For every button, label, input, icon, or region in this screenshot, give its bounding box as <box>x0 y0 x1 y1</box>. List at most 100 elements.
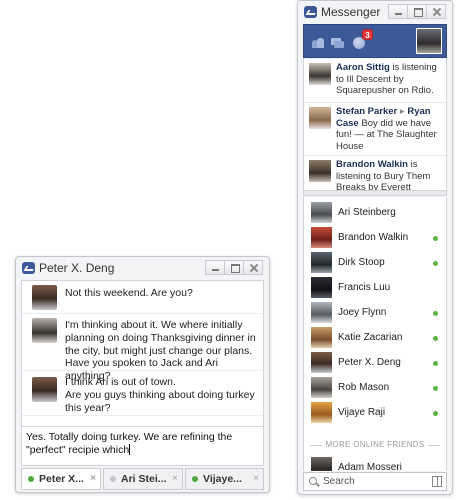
ticker-feed[interactable]: Aaron Sittig is listening to Ill Descent… <box>303 59 447 190</box>
avatar <box>311 327 332 348</box>
avatar <box>311 227 332 248</box>
buddy-item[interactable]: Brandon Walkin <box>304 226 446 250</box>
buddy-item[interactable]: Francis Luu <box>304 276 446 300</box>
buddy-name: Joey Flynn <box>338 307 387 318</box>
buddy-item[interactable]: Dirk Stoop <box>304 251 446 275</box>
ticker-story[interactable]: Brandon Walkin is listening to Bury Them… <box>304 156 446 190</box>
message-input-text[interactable]: Yes. Totally doing turkey. We are refini… <box>26 431 258 456</box>
avatar <box>311 302 332 323</box>
message-group: I think Ari is out of town. Are you guys… <box>22 371 263 416</box>
text-caret <box>129 443 131 455</box>
online-indicator <box>433 236 438 241</box>
buddy-item[interactable]: Ari Steinberg <box>304 201 446 225</box>
online-indicator <box>28 476 34 482</box>
window-controls <box>388 4 446 19</box>
close-icon[interactable] <box>243 260 263 275</box>
ticker-story-name[interactable]: Stefan Parker <box>336 106 397 117</box>
facebook-header: 3 <box>303 24 447 58</box>
buddy-name: Ari Steinberg <box>338 207 396 218</box>
message-text: Not this weekend. Are you? <box>65 287 193 299</box>
avatar[interactable] <box>32 285 57 310</box>
avatar[interactable] <box>309 160 331 182</box>
window-controls <box>205 260 263 275</box>
chat-conversation[interactable]: Not this weekend. Are you? I'm thinking … <box>21 280 264 466</box>
chat-tab-vijaye[interactable]: Vijaye... × <box>185 468 264 490</box>
buddy-item[interactable]: Joey Flynn <box>304 301 446 325</box>
buddy-item[interactable]: Vijaye Raji <box>304 401 446 425</box>
buddy-item[interactable]: Rob Mason <box>304 376 446 400</box>
search-input[interactable]: Search <box>303 472 447 491</box>
close-icon[interactable]: × <box>172 469 178 489</box>
avatar <box>311 277 332 298</box>
ticker-story-name[interactable]: Aaron Sittig <box>336 62 390 73</box>
buddy-name: Katie Zacarian <box>338 332 403 343</box>
online-indicator <box>433 261 438 266</box>
sidebar-options-icon[interactable] <box>432 476 442 487</box>
ticker-story-text: Stefan Parker ▸ Ryan Case Boy did we hav… <box>336 106 442 152</box>
ticker-story-text: Brandon Walkin is listening to Bury Them… <box>336 159 442 190</box>
ticker-resize-handle[interactable] <box>303 190 447 196</box>
ticker-story-text: Aaron Sittig is listening to Ill Descent… <box>336 62 442 97</box>
chat-title: Peter X. Deng <box>39 261 115 275</box>
online-indicator <box>433 311 438 316</box>
maximize-icon[interactable] <box>407 4 427 19</box>
avatar <box>311 402 332 423</box>
buddy-name: Brandon Walkin <box>338 232 409 243</box>
message-text: I think Ari is out of town. <box>65 376 176 388</box>
chat-tab-label: Peter X... <box>39 473 84 485</box>
online-indicator <box>433 386 438 391</box>
message-text: Are you guys thinking about doing turkey… <box>65 389 255 414</box>
close-icon[interactable] <box>426 4 446 19</box>
close-icon[interactable]: × <box>253 469 259 489</box>
avatar <box>311 377 332 398</box>
message-input[interactable]: Yes. Totally doing turkey. We are refini… <box>22 426 263 465</box>
chat-window: Peter X. Deng Not this weekend. Are you?… <box>15 256 270 493</box>
online-indicator <box>192 476 198 482</box>
arrow-icon: ▸ <box>397 106 408 117</box>
avatar[interactable] <box>32 377 57 402</box>
messages-icon[interactable] <box>331 37 344 48</box>
chat-tab-label: Vijaye... <box>203 473 242 485</box>
maximize-icon[interactable] <box>224 260 244 275</box>
buddy-name: Rob Mason <box>338 382 390 393</box>
avatar[interactable] <box>309 63 331 85</box>
minimize-icon[interactable] <box>388 4 408 19</box>
ticker-story-name[interactable]: Brandon Walkin <box>336 159 408 170</box>
ticker-story[interactable]: Aaron Sittig is listening to Ill Descent… <box>304 59 446 103</box>
search-icon <box>309 477 317 485</box>
minimize-icon[interactable] <box>205 260 225 275</box>
chat-tab-bar: Peter X... × Ari Stei... × Vijaye... × <box>21 468 264 490</box>
avatar[interactable] <box>32 318 57 343</box>
buddy-name: Adam Mosseri <box>338 462 402 471</box>
messenger-titlebar[interactable]: Messenger <box>298 1 452 23</box>
close-icon[interactable]: × <box>90 469 96 489</box>
buddy-name: Francis Luu <box>338 282 391 293</box>
buddy-name: Dirk Stoop <box>338 257 385 268</box>
online-indicator <box>433 411 438 416</box>
ticker-story[interactable]: Stefan Parker ▸ Ryan Case Boy did we hav… <box>304 103 446 156</box>
avatar <box>311 457 332 471</box>
chat-titlebar[interactable]: Peter X. Deng <box>16 257 269 279</box>
messenger-window: Messenger 3 Aaron Sittig is listening to… <box>297 0 453 495</box>
buddy-item[interactable]: Katie Zacarian <box>304 326 446 350</box>
messenger-title: Messenger <box>321 5 381 19</box>
buddy-item[interactable]: Adam Mosseri <box>304 456 446 471</box>
offline-indicator <box>110 476 116 482</box>
buddy-item[interactable]: Peter X. Deng <box>304 351 446 375</box>
friend-requests-icon[interactable] <box>312 37 324 48</box>
avatar[interactable] <box>309 107 331 129</box>
notification-badge: 3 <box>362 29 373 40</box>
profile-avatar[interactable] <box>416 28 442 54</box>
chat-tab-ari[interactable]: Ari Stei... × <box>103 468 183 490</box>
chat-tab-label: Ari Stei... <box>121 473 167 485</box>
message-group: I'm thinking about it. We where initiall… <box>22 314 263 382</box>
search-placeholder: Search <box>323 476 355 487</box>
avatar <box>311 202 332 223</box>
online-indicator <box>433 361 438 366</box>
buddy-name: Peter X. Deng <box>338 357 401 368</box>
more-online-friends-header: MORE ONLINE FRIENDS <box>310 440 440 449</box>
chat-tab-peter[interactable]: Peter X... × <box>21 468 101 490</box>
buddy-list[interactable]: Ari Steinberg Brandon Walkin Dirk Stoop … <box>303 197 447 471</box>
buddy-name: Vijaye Raji <box>338 407 386 418</box>
online-indicator <box>433 336 438 341</box>
